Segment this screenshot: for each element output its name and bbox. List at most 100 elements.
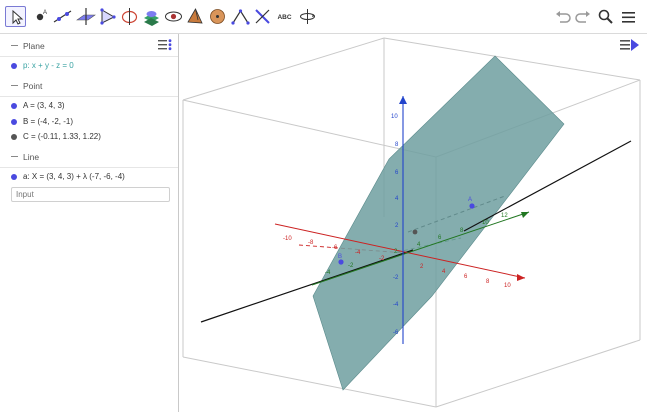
point-icon: A: [36, 10, 47, 21]
point-a-label: A: [468, 197, 472, 203]
algebra-item-point-b[interactable]: B = (-4, -2, -1): [0, 114, 178, 130]
eye-view-icon: [165, 11, 182, 22]
z-axis-tick-label: 10: [391, 114, 398, 120]
point-definition: B = (-4, -2, -1): [23, 117, 74, 126]
algebra-view: Plane p: x + y - z = 0 Point A = (3, 4, …: [0, 34, 179, 412]
section-title: Line: [23, 152, 40, 162]
section-header-plane[interactable]: Plane: [0, 36, 178, 56]
style-bar-icon: [620, 39, 639, 51]
x-axis-tick-label: 8: [486, 279, 490, 285]
sort-menu-icon: [158, 39, 172, 51]
undo-icon: [556, 11, 571, 23]
plane-tool-button[interactable]: [163, 6, 184, 27]
visibility-dot[interactable]: [11, 63, 17, 69]
point-definition: A = (3, 4, 3): [23, 101, 65, 110]
circle-tool-button[interactable]: [119, 6, 140, 27]
visibility-dot[interactable]: [11, 119, 17, 125]
angle-icon: [231, 9, 250, 25]
move-tool-button[interactable]: [5, 6, 26, 27]
algebra-item-plane-p[interactable]: p: x + y - z = 0: [0, 58, 178, 74]
reflect-line-icon: [255, 9, 270, 24]
point-b-label: B: [338, 254, 342, 260]
z-axis-tick-label: -4: [393, 302, 399, 308]
section-title: Point: [23, 81, 43, 91]
section-header-line[interactable]: Line: [0, 147, 178, 167]
text-tool-button[interactable]: ABC: [274, 6, 295, 27]
x-axis-tick-label: -10: [283, 236, 292, 242]
intersect-surfaces-icon: [144, 11, 159, 26]
search-icon: [598, 9, 613, 24]
divider: [0, 56, 178, 57]
z-axis-arrow-icon: [399, 96, 407, 104]
sphere-tool-button[interactable]: [207, 6, 228, 27]
svg-text:A: A: [43, 10, 47, 16]
rotate-view-icon: [300, 9, 315, 24]
redo-button[interactable]: [573, 7, 593, 27]
input-bar[interactable]: [11, 187, 170, 202]
graphics-3d-view[interactable]: -10 -8 -6 -4 -2 2 4 6 8 10 -4 -2 2 4 6 8…: [179, 34, 647, 412]
algebra-menu-button[interactable]: [157, 37, 173, 53]
plane-p[interactable]: [312, 55, 565, 391]
graphics-style-bar-toggle[interactable]: [619, 36, 641, 54]
section-title: Plane: [23, 41, 45, 51]
3d-scene[interactable]: -10 -8 -6 -4 -2 2 4 6 8 10 -4 -2 2 4 6 8…: [179, 34, 647, 412]
polygon-icon: [100, 8, 116, 25]
divider: [0, 96, 178, 97]
toolbar: A ABC: [0, 0, 647, 34]
point-b[interactable]: [338, 259, 344, 265]
polygon-tool-button[interactable]: [97, 6, 118, 27]
search-button[interactable]: [596, 7, 616, 27]
hamburger-menu-icon: [622, 12, 635, 23]
point-a[interactable]: [469, 203, 475, 209]
pyramid-tool-button[interactable]: [185, 6, 206, 27]
perpendicular-line-icon: [76, 8, 96, 25]
line-tool-button[interactable]: [52, 6, 73, 27]
z-axis-tick-label: -6: [393, 330, 399, 336]
y-axis-tick-label: -4: [325, 270, 331, 276]
rotate-view-tool-button[interactable]: [297, 6, 318, 27]
divider: [0, 167, 178, 168]
angle-tool-button[interactable]: [230, 6, 251, 27]
visibility-dot[interactable]: [11, 174, 17, 180]
algebra-item-line-a[interactable]: a: X = (3, 4, 3) + λ (-7, -6, -4): [0, 169, 178, 185]
x-axis-tick-label: -2: [379, 256, 385, 262]
line-definition: a: X = (3, 4, 3) + λ (-7, -6, -4): [23, 172, 125, 181]
intersect-tool-button[interactable]: [141, 6, 162, 27]
x-axis-tick-label: -8: [308, 240, 314, 246]
plane-definition: p: x + y - z = 0: [23, 61, 74, 70]
x-axis-tick-label: 6: [464, 274, 468, 280]
point-definition: C = (-0.11, 1.33, 1.22): [23, 132, 101, 141]
x-axis-tick-label: 10: [504, 283, 511, 289]
point-c[interactable]: [412, 229, 418, 235]
x-axis-tick-label: -4: [355, 250, 361, 256]
pyramid-icon: [187, 8, 203, 24]
text-icon: ABC: [277, 14, 291, 21]
point-tool-button[interactable]: A: [29, 6, 50, 27]
visibility-dot[interactable]: [11, 103, 17, 109]
z-axis-tick-label: -2: [393, 275, 399, 281]
algebra-item-point-a[interactable]: A = (3, 4, 3): [0, 98, 178, 114]
reflect-tool-button[interactable]: [252, 6, 273, 27]
collapse-icon: [11, 85, 18, 86]
circle-axis-icon: [121, 8, 138, 25]
y-axis-tick-label: -2: [348, 263, 354, 269]
y-axis-tick-label: 10: [482, 220, 489, 226]
x-axis-arrow-icon: [517, 274, 525, 281]
main-menu-button[interactable]: [619, 7, 639, 27]
text-tool-label: ABC: [277, 14, 291, 21]
sphere-icon: [210, 9, 225, 24]
redo-icon: [575, 11, 590, 23]
cursor-arrow-icon: [12, 9, 24, 25]
y-axis-tick-label: 12: [501, 213, 508, 219]
y-axis-arrow-icon: [521, 212, 529, 218]
algebra-item-point-c[interactable]: C = (-0.11, 1.33, 1.22): [0, 129, 178, 145]
x-axis-tick-label: -6: [332, 245, 338, 251]
z-axis-tick-label: 8: [395, 142, 399, 148]
perpendicular-line-tool-button[interactable]: [75, 6, 96, 27]
undo-button[interactable]: [553, 7, 573, 27]
section-header-point[interactable]: Point: [0, 76, 178, 96]
collapse-icon: [11, 45, 18, 46]
collapse-icon: [11, 156, 18, 157]
line-through-points-icon: [53, 10, 72, 23]
visibility-dot[interactable]: [11, 134, 17, 140]
